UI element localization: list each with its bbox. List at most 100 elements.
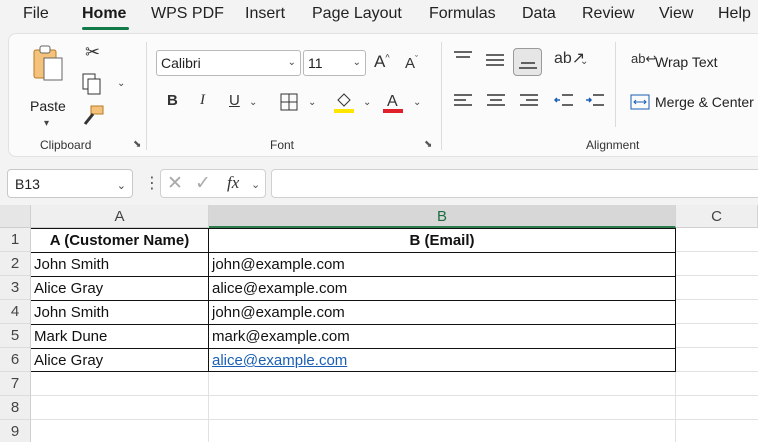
- cell-customer-name[interactable]: John Smith: [31, 253, 208, 277]
- row-header[interactable]: 8: [0, 396, 31, 420]
- select-all-corner[interactable]: [0, 205, 31, 228]
- copy-icon[interactable]: [81, 72, 103, 96]
- row-header[interactable]: 2: [0, 252, 31, 276]
- bold-button[interactable]: B: [167, 93, 178, 108]
- name-box[interactable]: B13 ⌄: [7, 169, 133, 198]
- fill-color-icon[interactable]: [333, 90, 355, 114]
- alignment-group-label: Alignment: [586, 138, 640, 152]
- gridline: [676, 275, 758, 276]
- cell-email[interactable]: mark@example.com: [209, 325, 675, 349]
- menu-help[interactable]: Help: [718, 5, 751, 23]
- spreadsheet-grid[interactable]: A B C 1 2 3 4 5 6 7 8 9 A (Customer Name…: [0, 205, 758, 442]
- merge-center-button[interactable]: Merge & Center: [655, 94, 754, 110]
- font-name-value: Calibri: [161, 55, 201, 71]
- menu-bar: File Home WPS PDF Insert Page Layout For…: [0, 0, 758, 32]
- cell-customer-name[interactable]: Mark Dune: [31, 325, 208, 349]
- wrap-text-button[interactable]: Wrap Text: [655, 54, 718, 70]
- more-options-icon[interactable]: ⋮: [144, 173, 160, 193]
- row-header[interactable]: 1: [0, 228, 31, 252]
- header-cell-a[interactable]: A (Customer Name): [31, 229, 208, 253]
- align-right-icon[interactable]: [519, 92, 539, 110]
- cell-email[interactable]: john@example.com: [209, 253, 675, 277]
- name-box-value: B13: [15, 176, 40, 192]
- copy-dropdown-icon[interactable]: ⌄: [117, 78, 125, 89]
- gridline: [676, 299, 758, 300]
- italic-button[interactable]: I: [200, 93, 205, 108]
- decrease-font-size-icon[interactable]: Aˇ: [405, 55, 418, 72]
- paste-button[interactable]: Paste ▾: [27, 44, 69, 129]
- align-left-icon[interactable]: [453, 92, 473, 110]
- cell-email[interactable]: alice@example.com: [209, 277, 675, 301]
- clipboard-group-label: Clipboard: [40, 138, 92, 152]
- align-middle-icon[interactable]: [485, 52, 505, 68]
- row-header[interactable]: 6: [0, 348, 31, 372]
- row-header[interactable]: 7: [0, 372, 31, 396]
- menu-view[interactable]: View: [659, 5, 693, 23]
- gridline: [31, 395, 758, 396]
- table-border: [675, 228, 676, 372]
- underline-dropdown-icon[interactable]: ⌄: [249, 97, 257, 108]
- menu-home[interactable]: Home: [82, 5, 126, 23]
- clipboard-launcher-icon[interactable]: ⬊: [133, 140, 143, 150]
- formula-tools: ✕ ✓ fx ⌄: [160, 169, 266, 198]
- cut-icon[interactable]: ✂: [85, 43, 100, 61]
- increase-font-size-icon[interactable]: A^: [374, 53, 390, 70]
- menu-insert[interactable]: Insert: [245, 5, 285, 23]
- chevron-down-icon: ⌄: [116, 180, 126, 192]
- menu-formulas[interactable]: Formulas: [429, 5, 496, 23]
- row-header[interactable]: 4: [0, 300, 31, 324]
- font-size-select[interactable]: 11 ⌄: [303, 50, 366, 76]
- menu-wps-pdf[interactable]: WPS PDF: [151, 5, 224, 23]
- confirm-icon[interactable]: ✓: [195, 172, 211, 195]
- cell-email-hyperlink[interactable]: alice@example.com: [209, 349, 675, 373]
- column-header-a[interactable]: A: [31, 205, 209, 228]
- row-header[interactable]: 5: [0, 324, 31, 348]
- menu-review[interactable]: Review: [582, 5, 634, 23]
- menu-file[interactable]: File: [23, 5, 49, 23]
- align-top-icon[interactable]: [453, 50, 473, 66]
- wrap-text-icon[interactable]: ab↩: [631, 52, 656, 65]
- font-size-value: 11: [308, 55, 323, 71]
- cell-customer-name[interactable]: Alice Gray: [31, 277, 208, 301]
- email-hyperlink[interactable]: alice@example.com: [212, 352, 347, 369]
- font-color-icon[interactable]: A: [382, 90, 404, 114]
- separator: [146, 42, 147, 150]
- chevron-down-icon[interactable]: ⌄: [251, 178, 260, 191]
- cell-customer-name[interactable]: Alice Gray: [31, 349, 208, 373]
- increase-indent-icon[interactable]: [585, 92, 605, 110]
- decrease-indent-icon[interactable]: [554, 92, 574, 110]
- align-bottom-icon: [519, 62, 537, 69]
- svg-text:A: A: [387, 93, 398, 110]
- align-center-icon[interactable]: [486, 92, 506, 110]
- borders-dropdown-icon[interactable]: ⌄: [308, 97, 316, 108]
- paste-dropdown-icon[interactable]: ▾: [44, 118, 49, 129]
- merge-center-icon[interactable]: [630, 94, 650, 110]
- chevron-down-icon: ⌄: [287, 57, 296, 68]
- underline-button[interactable]: U: [229, 93, 240, 108]
- font-color-dropdown-icon[interactable]: ⌄: [413, 97, 421, 108]
- borders-icon[interactable]: [279, 92, 299, 112]
- column-header-c[interactable]: C: [676, 205, 758, 228]
- cancel-icon[interactable]: ✕: [167, 172, 183, 195]
- format-painter-icon[interactable]: [81, 104, 105, 126]
- font-launcher-icon[interactable]: ⬊: [424, 140, 434, 150]
- gridline: [208, 372, 209, 442]
- header-cell-b[interactable]: B (Email): [209, 229, 675, 253]
- fill-color-dropdown-icon[interactable]: ⌄: [363, 97, 371, 108]
- active-tab-indicator: [82, 27, 129, 30]
- font-name-select[interactable]: Calibri ⌄: [156, 50, 301, 76]
- insert-function-button[interactable]: fx: [227, 173, 239, 193]
- column-header-b[interactable]: B: [209, 205, 676, 228]
- cell-customer-name[interactable]: John Smith: [31, 301, 208, 325]
- row-header[interactable]: 3: [0, 276, 31, 300]
- orientation-dropdown-icon[interactable]: ⌄: [580, 56, 588, 67]
- row-header[interactable]: 9: [0, 420, 31, 442]
- chevron-down-icon: ⌄: [352, 57, 361, 68]
- cell-email[interactable]: john@example.com: [209, 301, 675, 325]
- separator: [441, 42, 442, 150]
- menu-page-layout[interactable]: Page Layout: [312, 5, 402, 23]
- formula-input[interactable]: [271, 169, 758, 198]
- menu-data[interactable]: Data: [522, 5, 556, 23]
- align-bottom-button[interactable]: [513, 48, 542, 76]
- paste-icon: [33, 45, 63, 81]
